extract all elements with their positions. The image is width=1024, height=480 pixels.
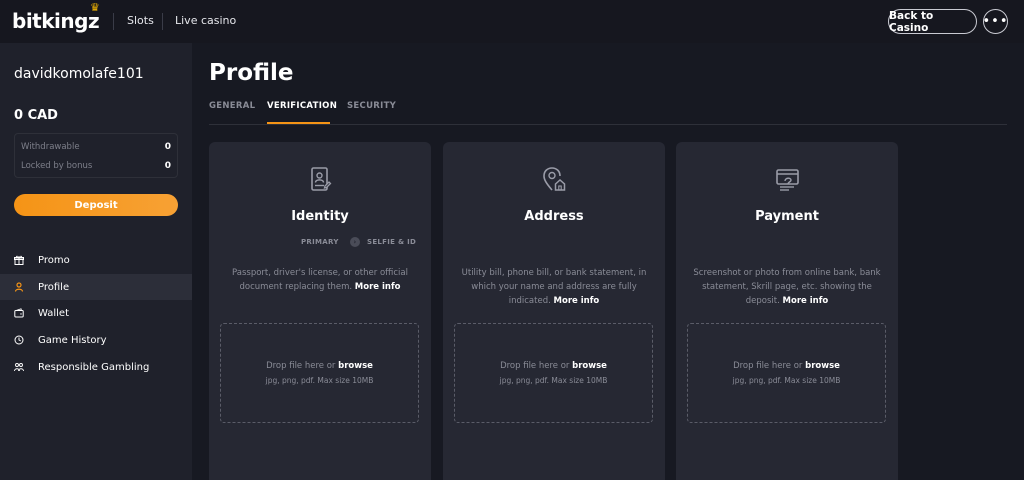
step-primary: PRIMARY — [301, 238, 339, 246]
sidebar: davidkomolafe101 0 CAD Withdrawable 0 Lo… — [0, 43, 192, 480]
username: davidkomolafe101 — [14, 66, 144, 82]
drop-text: Drop file here or browse — [221, 361, 418, 371]
file-hint: jpg, png, pdf. Max size 10MB — [265, 376, 374, 385]
sidebar-item-game-history[interactable]: Game History — [0, 327, 192, 353]
people-icon — [14, 362, 24, 372]
crown-icon: ♛ — [90, 1, 100, 14]
balance: 0 CAD — [14, 108, 58, 123]
withdrawable-label: Withdrawable — [21, 142, 80, 152]
file-drop-zone[interactable]: Drop file here or browse jpg, png, pdf. … — [220, 323, 419, 423]
file-drop-zone[interactable]: Drop file here or browse jpg, png, pdf. … — [454, 323, 653, 423]
location-home-icon — [538, 164, 570, 196]
logo-text: bitkingz — [12, 9, 100, 33]
wallet-icon — [14, 308, 24, 318]
active-tab-indicator — [267, 122, 330, 124]
more-info-link[interactable]: More info — [554, 296, 600, 306]
withdrawable-value: 0 — [164, 142, 171, 152]
card-title: Payment — [755, 209, 819, 224]
nav-link-slots[interactable]: Slots — [127, 14, 154, 27]
gift-icon — [14, 255, 24, 265]
locked-by-bonus-label: Locked by bonus — [21, 161, 93, 171]
user-icon — [14, 282, 24, 292]
nav-divider — [113, 13, 114, 30]
tabs-divider — [209, 124, 1007, 125]
locked-by-bonus-row: Locked by bonus 0 — [21, 161, 171, 175]
card-title: Identity — [291, 209, 349, 224]
drop-label: Drop file here or — [733, 361, 803, 371]
more-dots-icon: ••• — [982, 14, 1009, 29]
nav-divider — [162, 13, 163, 30]
id-document-icon — [304, 164, 336, 196]
drop-label: Drop file here or — [500, 361, 570, 371]
address-card: Address Utility bill, phone bill, or ban… — [443, 142, 665, 480]
sidebar-item-label: Game History — [38, 334, 107, 346]
tab-general[interactable]: GENERAL — [209, 101, 255, 111]
sidebar-item-label: Profile — [38, 281, 70, 293]
browse-link[interactable]: browse — [338, 361, 373, 371]
deposit-button[interactable]: Deposit — [14, 194, 178, 216]
more-info-link[interactable]: More info — [783, 296, 829, 306]
tab-security[interactable]: SECURITY — [347, 101, 396, 111]
sidebar-item-responsible-gambling[interactable]: Responsible Gambling — [0, 354, 192, 380]
brand-logo[interactable]: bitkingz ♛ — [12, 1, 100, 33]
drop-text: Drop file here or browse — [455, 361, 652, 371]
sidebar-item-label: Responsible Gambling — [38, 361, 150, 373]
clock-icon — [14, 335, 24, 345]
identity-card: Identity PRIMARY › SELFIE & ID Passport,… — [209, 142, 431, 480]
payment-card: Payment Screenshot or photo from online … — [676, 142, 898, 480]
card-description: Screenshot or photo from online bank, ba… — [690, 266, 884, 308]
file-hint: jpg, png, pdf. Max size 10MB — [732, 376, 841, 385]
locked-by-bonus-value: 0 — [164, 161, 171, 171]
sidebar-item-label: Promo — [38, 254, 70, 266]
sidebar-item-profile[interactable]: Profile — [0, 274, 192, 300]
drop-text: Drop file here or browse — [688, 361, 885, 371]
sidebar-item-wallet[interactable]: Wallet — [0, 300, 192, 326]
card-description: Utility bill, phone bill, or bank statem… — [457, 266, 651, 308]
step-selfie-id: SELFIE & ID — [367, 238, 417, 246]
withdrawable-row: Withdrawable 0 — [21, 142, 171, 156]
drop-label: Drop file here or — [266, 361, 336, 371]
chevron-right-icon: › — [350, 237, 360, 247]
payment-card-icon — [771, 164, 803, 196]
file-drop-zone[interactable]: Drop file here or browse jpg, png, pdf. … — [687, 323, 886, 423]
top-bar: bitkingz ♛ Slots Live casino Back to Cas… — [0, 0, 1024, 43]
sidebar-item-promo[interactable]: Promo — [0, 247, 192, 273]
file-hint: jpg, png, pdf. Max size 10MB — [499, 376, 608, 385]
sidebar-item-label: Wallet — [38, 307, 70, 319]
card-title: Address — [524, 209, 584, 224]
tab-verification[interactable]: VERIFICATION — [267, 101, 337, 111]
page-title: Profile — [209, 60, 294, 86]
more-info-link[interactable]: More info — [355, 282, 401, 292]
balance-details: Withdrawable 0 Locked by bonus 0 — [14, 133, 178, 178]
card-description: Passport, driver's license, or other off… — [223, 266, 417, 294]
browse-link[interactable]: browse — [572, 361, 607, 371]
browse-link[interactable]: browse — [805, 361, 840, 371]
nav-link-live-casino[interactable]: Live casino — [175, 14, 236, 27]
back-to-casino-button[interactable]: Back to Casino — [888, 9, 977, 34]
more-options-button[interactable]: ••• — [983, 9, 1008, 34]
